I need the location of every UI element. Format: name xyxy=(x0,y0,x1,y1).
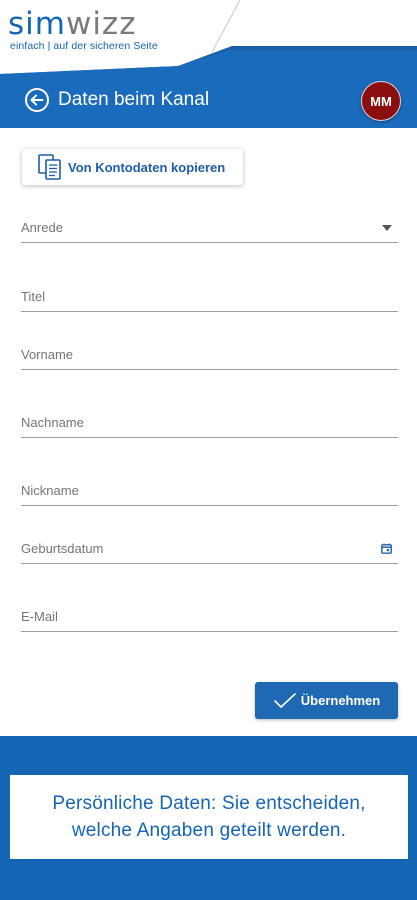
logo-tagline: einfach | auf der sicheren Seite xyxy=(10,40,158,52)
arrow-left-circle-icon xyxy=(25,88,49,112)
copy-button-label: Von Kontodaten kopieren xyxy=(68,159,226,175)
last-name-field[interactable]: Nachname xyxy=(21,402,398,438)
copy-documents-icon xyxy=(38,154,61,180)
nickname-label: Nickname xyxy=(21,483,79,498)
caption-text: Persönliche Daten: Sie entscheiden, welc… xyxy=(52,790,365,844)
logo-wordmark: simwizz xyxy=(8,6,158,42)
caption-line-2: welche Angaben geteilt werden. xyxy=(71,820,347,841)
title-field[interactable]: Titel xyxy=(21,276,398,312)
birthdate-field[interactable]: Geburtsdatum xyxy=(21,528,398,564)
user-avatar[interactable]: MM xyxy=(361,81,401,121)
salutation-label: Anrede xyxy=(21,220,63,235)
dropdown-arrow-icon xyxy=(382,225,392,231)
calendar-icon[interactable] xyxy=(381,543,392,554)
salutation-select[interactable]: Anrede xyxy=(21,207,398,243)
copy-from-account-button[interactable]: Von Kontodaten kopieren xyxy=(22,149,243,185)
email-label: E-Mail xyxy=(21,609,58,624)
email-field[interactable]: E-Mail xyxy=(21,596,398,632)
back-button[interactable] xyxy=(24,87,50,113)
header-bar: simwizz einfach | auf der sicheren Seite… xyxy=(0,0,417,128)
birthdate-label: Geburtsdatum xyxy=(21,541,104,556)
checkmark-icon xyxy=(273,692,296,708)
title-label: Titel xyxy=(21,289,46,304)
page-title: Daten beim Kanal xyxy=(58,89,210,110)
logo-part-wizz: wizz xyxy=(65,6,137,42)
caption-box: Persönliche Daten: Sie entscheiden, welc… xyxy=(10,775,408,859)
nickname-field[interactable]: Nickname xyxy=(21,470,398,506)
first-name-field[interactable]: Vorname xyxy=(21,334,398,370)
logo-part-sim: sim xyxy=(8,6,66,42)
caption-line-1: Persönliche Daten: Sie entscheiden, xyxy=(52,793,366,814)
first-name-label: Vorname xyxy=(21,347,74,362)
apply-button[interactable]: Übernehmen xyxy=(255,682,398,719)
apply-button-label: Übernehmen xyxy=(300,693,381,708)
simwizz-logo: simwizz einfach | auf der sicheren Seite xyxy=(8,6,158,52)
last-name-label: Nachname xyxy=(21,415,84,430)
